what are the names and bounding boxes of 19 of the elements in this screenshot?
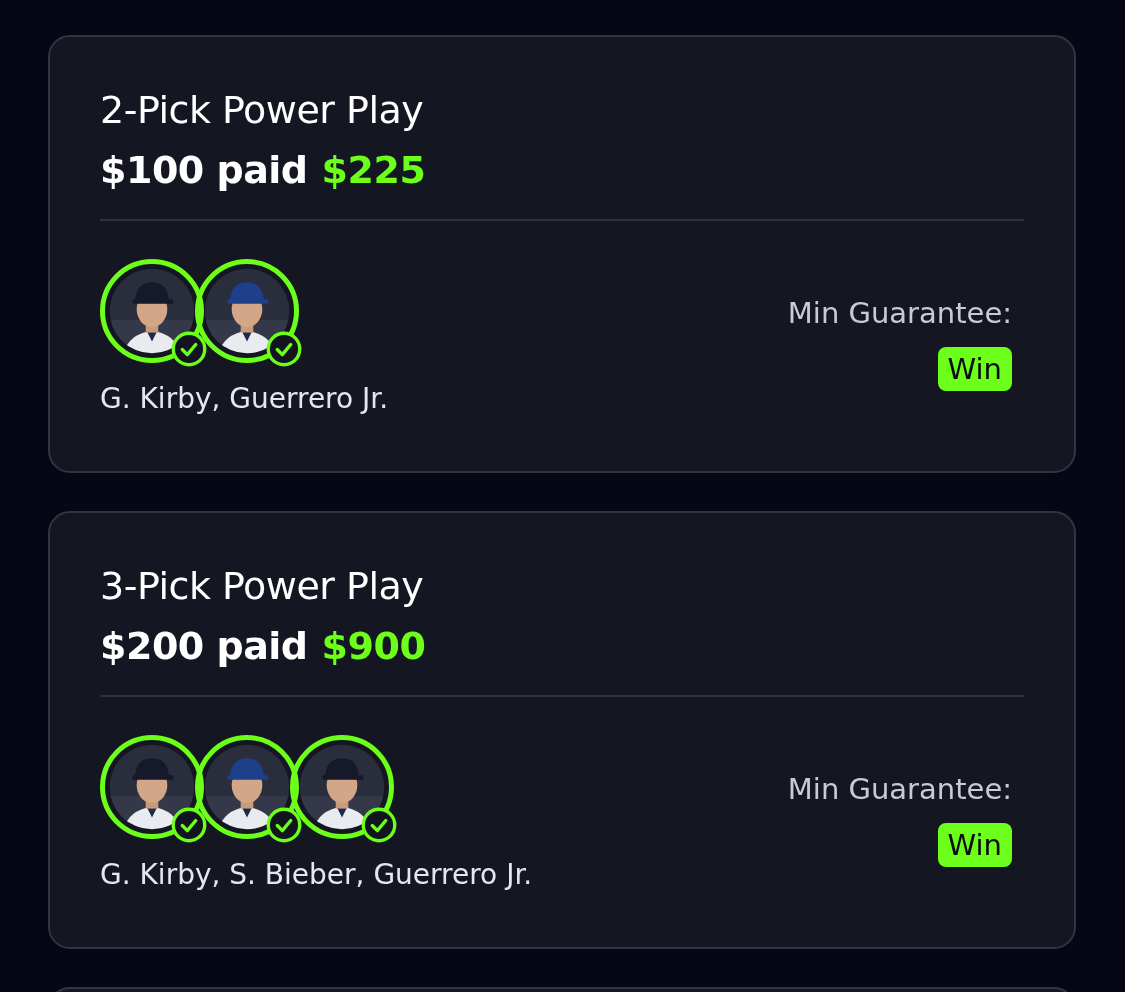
stake-amount: $100 paid [100, 147, 308, 193]
check-icon [266, 807, 302, 843]
player-names: G. Kirby, S. Bieber, Guerrero Jr. [100, 857, 533, 893]
guarantee-badge: Win [937, 823, 1012, 867]
check-icon [171, 807, 207, 843]
check-icon [266, 331, 302, 367]
payout-amount: $225 [321, 147, 426, 193]
guarantee-label: Min Guarantee: [787, 771, 1012, 807]
entry-card[interactable]: 2-Pick Power Play $100 paid $225 G. Kirby, Guerrero Jr. Min Guarantee: Win [48, 35, 1076, 473]
guarantee-label: Min Guarantee: [787, 295, 1012, 331]
entry-title: 2-Pick Power Play [100, 87, 425, 133]
guarantee-badge: Win [937, 347, 1012, 391]
player-names: G. Kirby, Guerrero Jr. [100, 381, 389, 417]
entry-card[interactable]: 3-Pick Power Play $200 paid $900 G. Kirby, S. Bieber, Guerrero Jr. Min Guarantee: Win [48, 511, 1076, 949]
check-icon [171, 331, 207, 367]
stake-amount: $200 paid [100, 623, 308, 669]
entry-title: 3-Pick Power Play [100, 563, 425, 609]
payout-amount: $900 [321, 623, 426, 669]
check-icon [361, 807, 397, 843]
